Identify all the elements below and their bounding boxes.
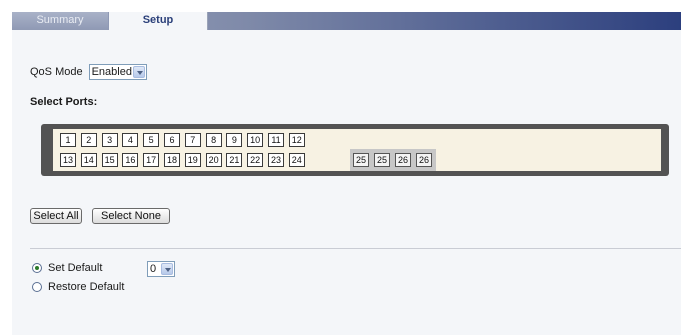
port-1[interactable]: 1 [60, 133, 76, 147]
select-ports-heading: Select Ports: [30, 96, 98, 108]
port-panel-inner: 1 2 3 4 5 6 7 8 9 10 11 12 13 14 15 16 17 18 19 20 21 22 23 24 2… [53, 129, 661, 171]
port-19[interactable]: 19 [184, 153, 201, 167]
select-none-button[interactable]: Select None [92, 208, 170, 224]
default-value: 0 [150, 263, 157, 275]
port-22[interactable]: 22 [247, 153, 264, 167]
port-24[interactable]: 24 [288, 153, 305, 167]
port-18[interactable]: 18 [164, 153, 180, 167]
restore-default-label: Restore Default [48, 281, 125, 293]
select-all-button[interactable]: Select All [30, 208, 82, 224]
qos-mode-select[interactable]: Enabled [88, 64, 147, 80]
divider [30, 248, 681, 249]
set-default-option[interactable]: Set Default [32, 262, 102, 274]
tab-summary[interactable]: Summary [12, 12, 108, 30]
port-5[interactable]: 5 [143, 133, 160, 147]
tab-bar: Summary Setup [12, 12, 681, 31]
port-8[interactable]: 8 [205, 133, 222, 147]
tab-setup[interactable]: Setup [109, 12, 208, 31]
qos-mode-row: QoS Mode Enabled [30, 64, 147, 80]
chevron-down-icon [132, 66, 145, 78]
port-20[interactable]: 20 [205, 153, 222, 167]
port-23[interactable]: 23 [268, 153, 284, 167]
default-value-select[interactable]: 0 [147, 261, 175, 277]
port-10[interactable]: 10 [247, 133, 264, 147]
port-11[interactable]: 11 [268, 133, 284, 147]
set-default-label: Set Default [48, 262, 103, 274]
qos-mode-value: Enabled [91, 66, 132, 78]
sfp-port-25-0[interactable]: 25 [353, 153, 369, 167]
sfp-port-26-2[interactable]: 26 [395, 153, 411, 167]
qos-mode-label: QoS Mode [30, 66, 83, 78]
set-default-radio[interactable] [32, 263, 42, 273]
sfp-port-25-1[interactable]: 25 [374, 153, 390, 167]
port-14[interactable]: 14 [80, 153, 97, 167]
port-3[interactable]: 3 [101, 133, 118, 147]
restore-default-option[interactable]: Restore Default [32, 281, 124, 293]
port-16[interactable]: 16 [122, 153, 139, 167]
port-7[interactable]: 7 [184, 133, 201, 147]
port-21[interactable]: 21 [226, 153, 243, 167]
port-17[interactable]: 17 [143, 153, 160, 167]
port-4[interactable]: 4 [122, 133, 139, 147]
restore-default-radio[interactable] [32, 282, 42, 292]
sfp-port-26-3[interactable]: 26 [416, 153, 432, 167]
port-6[interactable]: 6 [164, 133, 180, 147]
port-13[interactable]: 13 [60, 153, 76, 167]
chevron-down-icon [161, 263, 173, 275]
port-15[interactable]: 15 [101, 153, 118, 167]
port-panel: 1 2 3 4 5 6 7 8 9 10 11 12 13 14 15 16 17 18 19 20 21 22 23 24 2… [41, 124, 669, 176]
port-9[interactable]: 9 [226, 133, 243, 147]
port-12[interactable]: 12 [288, 133, 305, 147]
port-2[interactable]: 2 [80, 133, 97, 147]
